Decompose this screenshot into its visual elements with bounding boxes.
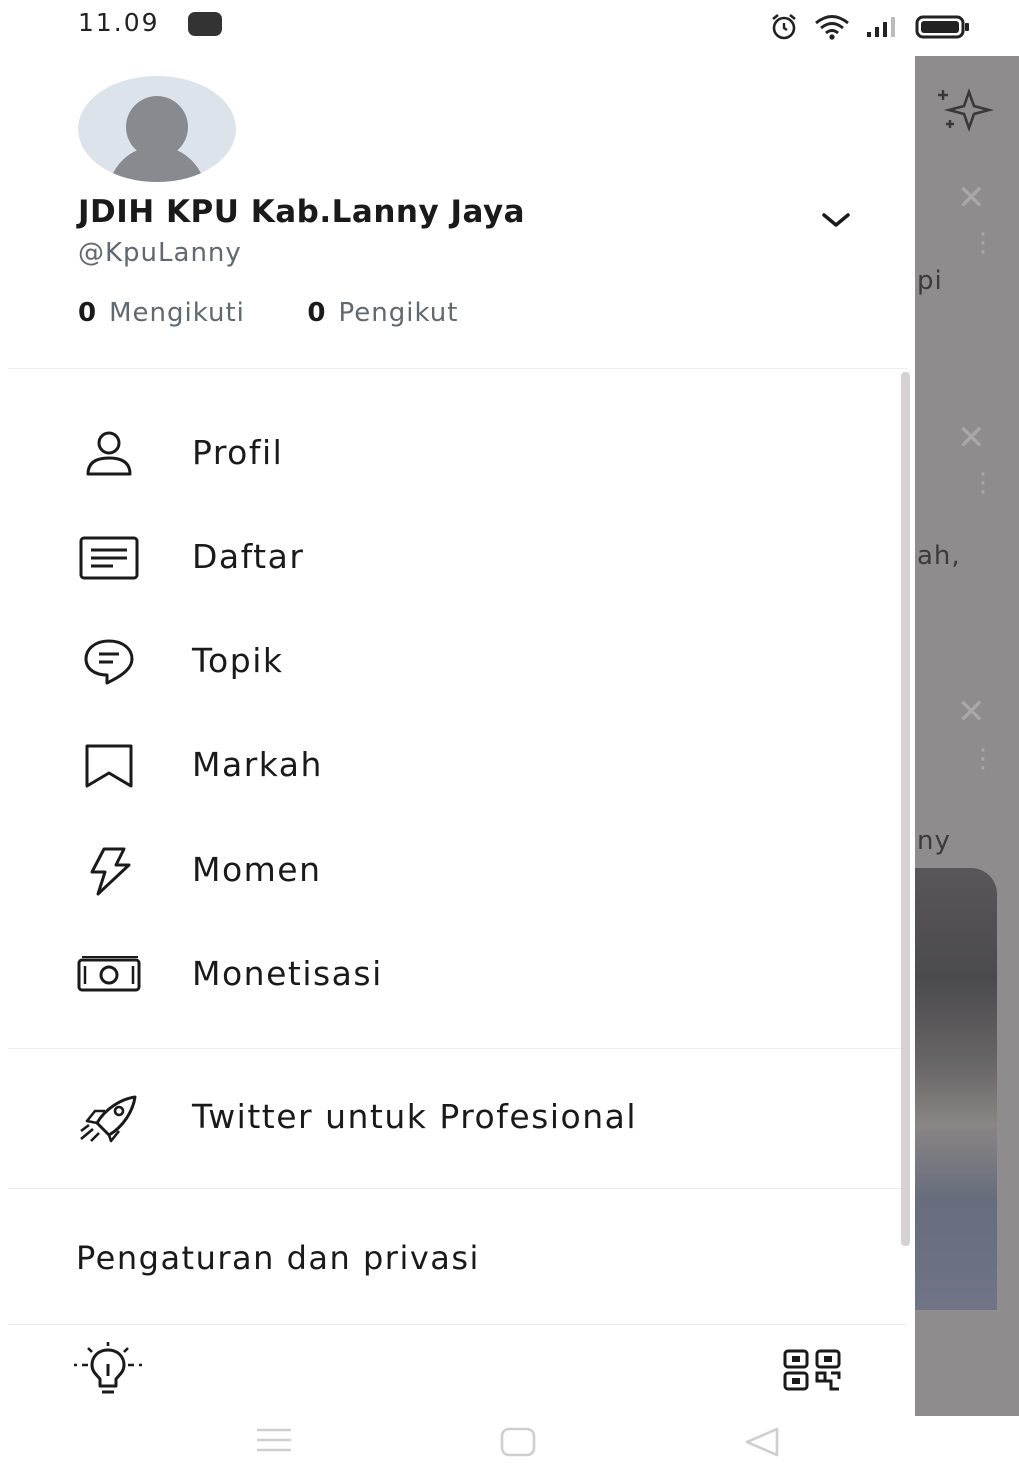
person-icon bbox=[76, 424, 142, 484]
menu-item-label: Daftar bbox=[192, 537, 305, 576]
close-icon: ✕ bbox=[957, 178, 986, 218]
menu-item-professional[interactable]: Twitter untuk Profesional bbox=[0, 1078, 900, 1158]
battery-icon bbox=[915, 14, 971, 40]
money-icon bbox=[76, 945, 142, 1005]
feed-snippet: ny bbox=[917, 826, 951, 856]
menu-item-label: Twitter untuk Profesional bbox=[192, 1097, 638, 1136]
close-icon: ✕ bbox=[957, 418, 986, 458]
menu-item-moments[interactable]: Momen bbox=[0, 831, 900, 911]
close-icon: ✕ bbox=[957, 692, 986, 732]
navigation-drawer: JDIH KPU Kab.Lanny Jaya @KpuLanny 0 Mengi… bbox=[0, 56, 915, 1416]
menu-item-topics[interactable]: Topik bbox=[0, 622, 900, 702]
lightning-icon bbox=[76, 841, 142, 901]
alarm-icon bbox=[769, 12, 799, 42]
status-icons bbox=[769, 12, 971, 42]
menu-item-label: Profil bbox=[192, 433, 284, 472]
menu-item-label: Markah bbox=[192, 745, 323, 784]
qr-code-icon[interactable] bbox=[782, 1348, 842, 1392]
background-feed[interactable]: ✕ ⋮ pi ✕ ⋮ ah, ✕ ⋮ ny bbox=[915, 56, 1019, 1416]
list-icon bbox=[76, 528, 142, 588]
menu-item-label: Topik bbox=[192, 641, 284, 680]
menu-item-monetization[interactable]: Monetisasi bbox=[0, 935, 900, 1015]
feed-image bbox=[915, 868, 997, 1310]
topic-icon bbox=[76, 632, 142, 692]
followers-label: Pengikut bbox=[338, 298, 459, 328]
system-nav-bar bbox=[0, 1416, 1019, 1467]
following-label: Mengikuti bbox=[109, 298, 245, 328]
more-icon: ⋮ bbox=[970, 744, 996, 774]
avatar[interactable] bbox=[78, 76, 236, 182]
more-icon: ⋮ bbox=[970, 468, 996, 498]
menu-item-bookmarks[interactable]: Markah bbox=[0, 726, 900, 806]
following-link[interactable]: 0 Mengikuti bbox=[78, 298, 245, 328]
status-time: 11.09 bbox=[78, 8, 160, 37]
rocket-icon bbox=[76, 1088, 142, 1148]
divider bbox=[8, 1188, 908, 1189]
bookmark-icon bbox=[76, 736, 142, 796]
divider bbox=[8, 368, 908, 369]
user-handle: @KpuLanny bbox=[78, 238, 242, 268]
recents-icon[interactable] bbox=[255, 1426, 293, 1456]
divider bbox=[8, 1324, 908, 1325]
wifi-icon bbox=[813, 12, 851, 42]
feed-snippet: pi bbox=[917, 266, 943, 296]
divider bbox=[8, 1048, 908, 1049]
menu-item-lists[interactable]: Daftar bbox=[0, 518, 900, 598]
lightbulb-icon[interactable] bbox=[72, 1342, 144, 1398]
home-icon[interactable] bbox=[499, 1426, 537, 1458]
drawer-scrollbar[interactable] bbox=[901, 372, 910, 1246]
more-icon: ⋮ bbox=[970, 228, 996, 258]
notification-icon bbox=[188, 12, 222, 36]
back-icon[interactable] bbox=[743, 1426, 781, 1458]
menu-item-label: Momen bbox=[192, 850, 322, 889]
avatar-body bbox=[108, 146, 206, 182]
followers-link[interactable]: 0 Pengikut bbox=[307, 298, 458, 328]
menu-item-label: Monetisasi bbox=[192, 954, 383, 993]
follow-stats: 0 Mengikuti 0 Pengikut bbox=[78, 298, 458, 328]
sparkle-icon bbox=[933, 86, 999, 138]
chevron-down-icon[interactable] bbox=[818, 208, 854, 236]
status-bar: 11.09 bbox=[0, 0, 1019, 56]
feed-snippet: ah, bbox=[917, 541, 961, 571]
settings-and-privacy-link[interactable]: Pengaturan dan privasi bbox=[76, 1239, 480, 1277]
signal-icon bbox=[865, 14, 901, 40]
display-name[interactable]: JDIH KPU Kab.Lanny Jaya bbox=[78, 194, 525, 230]
menu-item-profile[interactable]: Profil bbox=[0, 414, 900, 494]
following-count: 0 bbox=[78, 298, 98, 328]
followers-count: 0 bbox=[307, 298, 327, 328]
